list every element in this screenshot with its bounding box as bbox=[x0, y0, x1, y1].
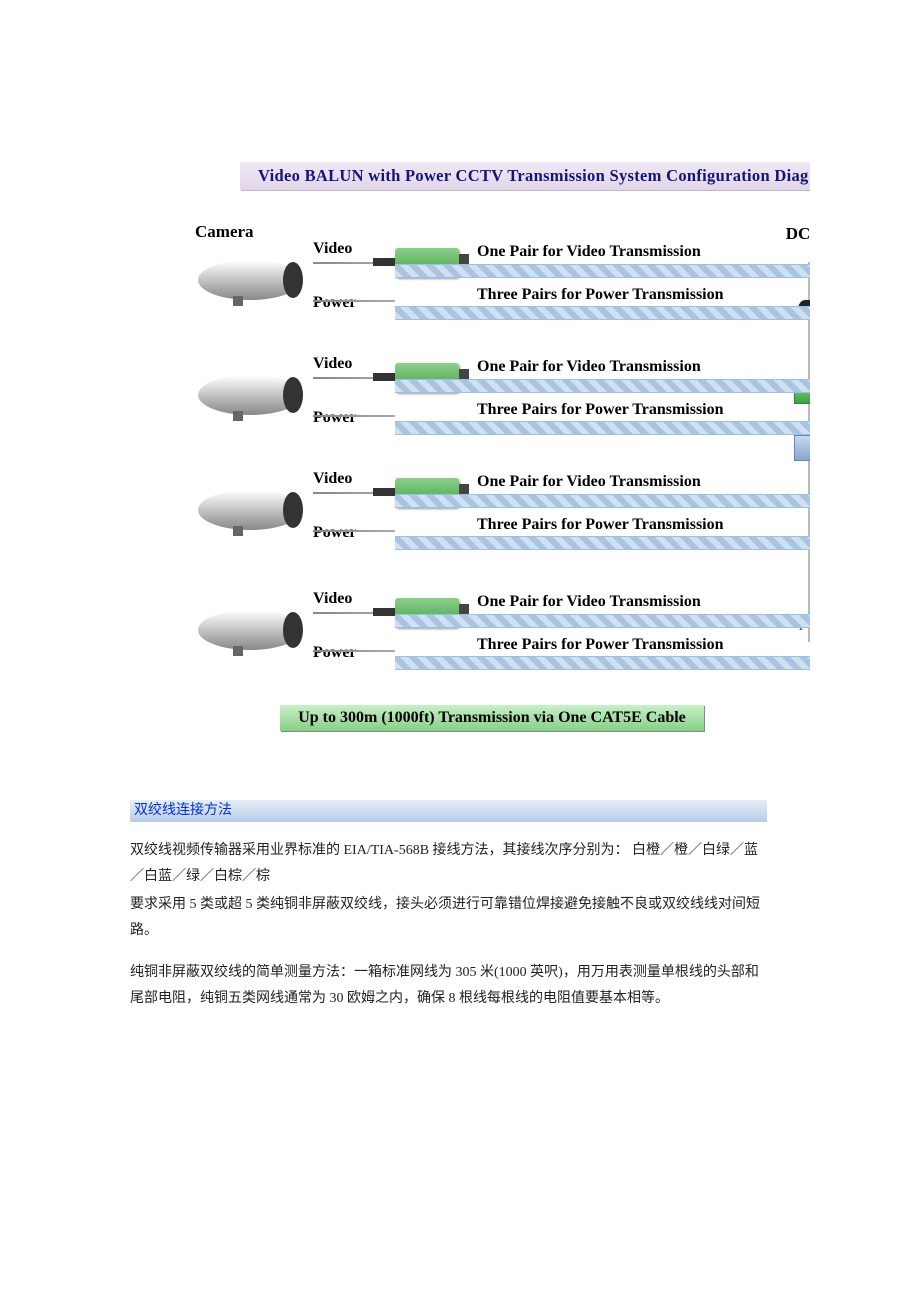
one-pair-label: One Pair for Video Transmission bbox=[477, 243, 701, 261]
transmission-caption: Up to 300m (1000ft) Transmission via One… bbox=[280, 705, 704, 731]
twisted-pair-line bbox=[395, 614, 810, 628]
body-paragraph-2: 要求采用 5 类或超 5 类纯铜非屏蔽双绞线，接头必须进行可靠错位焊接避免接触不… bbox=[130, 892, 770, 944]
three-pair-label: Three Pairs for Power Transmission bbox=[477, 516, 724, 534]
lead-wire bbox=[313, 530, 395, 532]
lead-wire bbox=[313, 415, 395, 417]
config-diagram: Video BALUN with Power CCTV Transmission… bbox=[130, 150, 810, 770]
power-label: Power bbox=[313, 644, 357, 662]
one-pair-label: One Pair for Video Transmission bbox=[477, 593, 701, 611]
camera-row-2: Video Power One Pair for Video Transmiss… bbox=[195, 355, 740, 445]
camera-icon bbox=[195, 482, 305, 538]
video-label: Video bbox=[313, 355, 352, 373]
video-label: Video bbox=[313, 240, 352, 258]
camera-row-4: Video Power One Pair for Video Transmiss… bbox=[195, 590, 740, 680]
power-label: Power bbox=[313, 409, 357, 427]
camera-row-1: Video Power One Pair for Video Transmiss… bbox=[195, 240, 740, 330]
lead-wire bbox=[313, 650, 395, 652]
three-pair-label: Three Pairs for Power Transmission bbox=[477, 401, 724, 419]
one-pair-label: One Pair for Video Transmission bbox=[477, 358, 701, 376]
video-label: Video bbox=[313, 590, 352, 608]
power-label: Power bbox=[313, 294, 357, 312]
camera-icon bbox=[195, 252, 305, 308]
lead-wire bbox=[313, 300, 395, 302]
one-pair-label: One Pair for Video Transmission bbox=[477, 473, 701, 491]
three-pair-label: Three Pairs for Power Transmission bbox=[477, 286, 724, 304]
dc-label: DC/ bbox=[786, 224, 810, 244]
camera-label: Camera bbox=[195, 222, 254, 242]
diagram-title-banner: Video BALUN with Power CCTV Transmission… bbox=[240, 162, 810, 190]
twisted-pair-line bbox=[395, 264, 810, 278]
twisted-pair-line bbox=[395, 379, 810, 393]
twisted-pair-line bbox=[395, 306, 810, 320]
receiver-box-icon bbox=[794, 435, 810, 461]
twisted-pair-line bbox=[395, 536, 810, 550]
twisted-pair-line bbox=[395, 656, 810, 670]
power-label: Power bbox=[313, 524, 357, 542]
section-heading: 双绞线连接方法 bbox=[130, 800, 767, 822]
camera-row-3: Video Power One Pair for Video Transmiss… bbox=[195, 470, 740, 560]
body-paragraph-3: 纯铜非屏蔽双绞线的简单测量方法：一箱标准网线为 305 米(1000 英呎)，用… bbox=[130, 960, 770, 1012]
three-pair-label: Three Pairs for Power Transmission bbox=[477, 636, 724, 654]
camera-icon bbox=[195, 367, 305, 423]
body-paragraph-1: 双绞线视频传输器采用业界标准的 EIA/TIA-568B 接线方法，其接线次序分… bbox=[130, 838, 770, 890]
video-label: Video bbox=[313, 470, 352, 488]
camera-icon bbox=[195, 602, 305, 658]
twisted-pair-line bbox=[395, 421, 810, 435]
twisted-pair-line bbox=[395, 494, 810, 508]
